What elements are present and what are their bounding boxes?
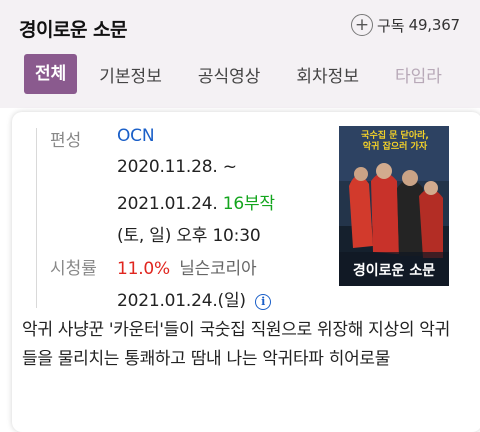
rating-date-line: 2021.01.24.(일) i [117,286,272,311]
header-bar: 경이로운 소문 + 구독 49,367 전체 기본정보 공식영상 회차정보 타임… [0,0,480,108]
poster-tagline: 국수집 문 닫아라, 악귀 잡으러 가자 [345,131,445,153]
poster-tagline-line1: 국수집 문 닫아라, [361,131,429,141]
tab-official-video[interactable]: 공식영상 [198,62,261,87]
tab-episode-info[interactable]: 회차정보 [296,62,359,87]
broadcast-end-line: 2021.01.24. 16부작 [117,189,275,214]
rating-date: 2021.01.24.(일) [117,291,246,311]
tab-bar: 전체 기본정보 공식영상 회차정보 타임라 [0,52,480,96]
broadcast-start-date: 2020.11.28. ~ [117,157,237,177]
rating-value: 11.0% [117,259,171,279]
poster-title: 경이로운 소문 [352,263,436,279]
episode-count: 16부작 [222,194,275,214]
subscribe-label: 구독 [377,16,405,35]
channel-label: 편성 [50,131,82,151]
tab-basic-info[interactable]: 기본정보 [99,62,162,87]
info-divider [36,128,37,308]
tab-timeline[interactable]: 타임라 [395,62,442,87]
plus-icon[interactable]: + [351,14,373,36]
subscriber-count: 49,367 [408,16,460,34]
rating-source: 닐슨코리아 [179,259,257,279]
page-title: 경이로운 소문 [19,19,128,41]
broadcast-end-date: 2021.01.24. [117,194,218,214]
broadcast-schedule: (토, 일) 오후 10:30 [117,226,261,246]
info-icon[interactable]: i [255,294,272,310]
program-description: 악귀 사냥꾼 '카운터'들이 국숫집 직원으로 위장해 지상의 악귀들을 물리치… [22,320,450,369]
poster-image[interactable]: 국수집 문 닫아라, 악귀 잡으러 가자 경이로운 소문 [339,126,449,286]
subscribe-button[interactable]: + 구독 49,367 [351,14,460,36]
tab-all[interactable]: 전체 [24,54,78,94]
channel-link[interactable]: OCN [117,126,155,146]
poster-tagline-line2: 악귀 잡으러 가자 [362,142,428,152]
rating-label: 시청률 [50,259,97,279]
rating-line: 11.0% 닐슨코리아 [117,254,257,279]
